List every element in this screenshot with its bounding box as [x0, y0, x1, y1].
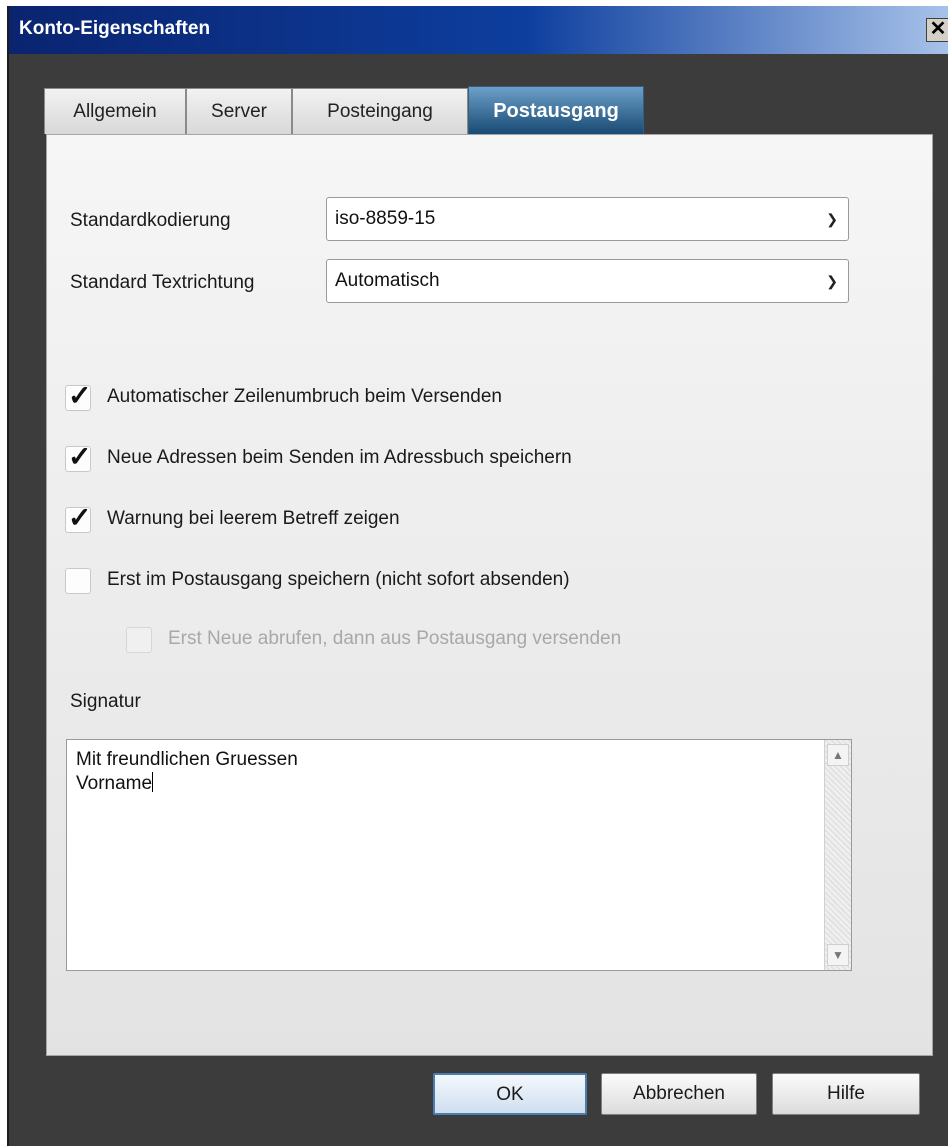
- text-caret: [152, 772, 154, 792]
- help-button[interactable]: Hilfe: [772, 1073, 920, 1115]
- signature-scrollbar[interactable]: ▲ ▼: [824, 740, 851, 970]
- close-icon: ✕: [929, 18, 947, 40]
- scroll-up-icon[interactable]: ▲: [827, 744, 849, 766]
- signature-line-1: Mit freundlichen Gruessen: [76, 749, 298, 770]
- check-icon: ✓: [68, 380, 92, 411]
- text-direction-value: Automatisch: [335, 270, 440, 291]
- fetch-first-checkbox: [126, 627, 152, 653]
- save-addresses-label: Neue Adressen beim Senden im Adressbuch …: [107, 447, 572, 468]
- close-button[interactable]: ✕: [926, 18, 948, 42]
- signature-text[interactable]: Mit freundlichen Gruessen Vorname: [76, 748, 298, 796]
- empty-subject-warning-checkbox[interactable]: ✓: [65, 502, 91, 533]
- signature-line-2: Vorname: [76, 773, 153, 794]
- encoding-value: iso-8859-15: [335, 208, 436, 229]
- save-in-outbox-label: Erst im Postausgang speichern (nicht sof…: [107, 569, 570, 590]
- tab-postausgang[interactable]: Postausgang: [468, 86, 644, 134]
- encoding-select[interactable]: iso-8859-15 ❯: [326, 197, 849, 241]
- text-direction-select[interactable]: Automatisch ❯: [326, 259, 849, 303]
- title-bar[interactable]: Konto-Eigenschaften ✕: [9, 6, 948, 54]
- check-icon: ✓: [68, 502, 92, 533]
- tab-posteingang[interactable]: Posteingang: [292, 88, 468, 134]
- check-icon: ✓: [68, 441, 92, 472]
- line-wrap-label: Automatischer Zeilenumbruch beim Versend…: [107, 386, 502, 407]
- chevron-down-icon: ❯: [826, 211, 838, 227]
- text-direction-label: Standard Textrichtung: [70, 272, 255, 293]
- window-title: Konto-Eigenschaften: [19, 18, 211, 39]
- save-in-outbox-checkbox[interactable]: [65, 568, 91, 594]
- ok-button[interactable]: OK: [433, 1073, 587, 1115]
- tab-server[interactable]: Server: [186, 88, 292, 134]
- signature-label: Signatur: [70, 691, 141, 712]
- fetch-first-label: Erst Neue abrufen, dann aus Postausgang …: [168, 628, 622, 649]
- scroll-down-icon[interactable]: ▼: [827, 944, 849, 966]
- chevron-down-icon: ❯: [826, 273, 838, 289]
- signature-textarea[interactable]: Mit freundlichen Gruessen Vorname ▲ ▼: [66, 739, 852, 971]
- encoding-label: Standardkodierung: [70, 210, 231, 231]
- postausgang-panel: Standardkodierung iso-8859-15 ❯ Standard…: [46, 134, 933, 1056]
- tab-allgemein[interactable]: Allgemein: [44, 88, 186, 134]
- save-addresses-checkbox[interactable]: ✓: [65, 441, 91, 472]
- account-properties-dialog: Konto-Eigenschaften ✕ Allgemein Server P…: [7, 6, 948, 1146]
- cancel-button[interactable]: Abbrechen: [601, 1073, 757, 1115]
- line-wrap-checkbox[interactable]: ✓: [65, 380, 91, 411]
- empty-subject-warning-label: Warnung bei leerem Betreff zeigen: [107, 508, 400, 529]
